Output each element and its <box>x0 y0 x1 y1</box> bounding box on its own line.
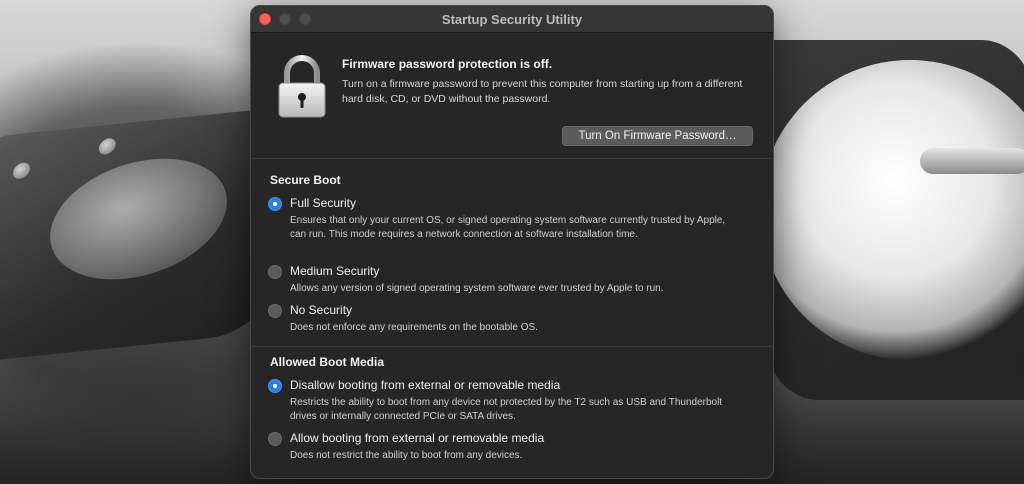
option-description: Does not enforce any requirements on the… <box>290 322 538 333</box>
full-security-radio[interactable] <box>268 197 282 211</box>
secure-boot-heading: Secure Boot <box>270 173 341 187</box>
firmware-description: Turn on a firmware password to prevent t… <box>342 78 743 105</box>
option-description: Restricts the ability to boot from any d… <box>290 397 723 422</box>
screw <box>11 161 32 180</box>
turn-on-firmware-password-button[interactable]: Turn On Firmware Password… <box>562 126 753 146</box>
option-description: Allows any version of signed operating s… <box>290 283 664 294</box>
option-label: Allow booting from external or removable… <box>290 431 545 445</box>
startup-security-window: Startup Security Utility Firmware passwo… <box>250 5 774 479</box>
option-description: Does not restrict the ability to boot fr… <box>290 450 523 461</box>
allowed-boot-media-heading: Allowed Boot Media <box>270 355 384 369</box>
medium-security-radio[interactable] <box>268 265 282 279</box>
hard-drive-arm <box>920 148 1024 174</box>
lock-icon <box>278 55 326 118</box>
option-description: Ensures that only your current OS, or si… <box>290 215 726 240</box>
hard-drive-left-platter <box>38 150 240 288</box>
title-bar: Startup Security Utility <box>251 6 773 33</box>
option-label: Disallow booting from external or remova… <box>290 378 561 392</box>
disallow-external-boot-radio[interactable] <box>268 379 282 393</box>
firmware-status-heading: Firmware password protection is off. <box>342 57 553 71</box>
allow-external-boot-radio[interactable] <box>268 432 282 446</box>
no-security-radio[interactable] <box>268 304 282 318</box>
window-title: Startup Security Utility <box>441 12 583 27</box>
section-divider <box>251 346 773 347</box>
screw <box>97 137 118 156</box>
option-label: No Security <box>290 303 353 317</box>
option-label: Medium Security <box>290 264 380 278</box>
option-label: Full Security <box>290 196 357 210</box>
